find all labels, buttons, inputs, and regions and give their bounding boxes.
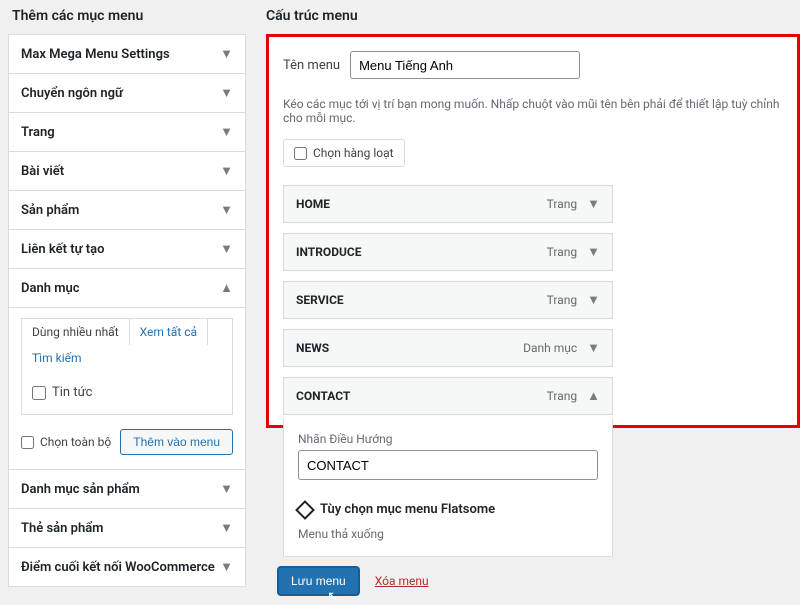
bulk-select-checkbox[interactable] xyxy=(294,147,307,160)
acc-pages[interactable]: Trang▼ xyxy=(9,113,245,152)
acc-product-tags[interactable]: Thẻ sản phẩm▼ xyxy=(9,509,245,548)
acc-woocommerce-endpoints[interactable]: Điểm cuối kết nối WooCommerce▼ xyxy=(9,548,245,586)
add-menu-items-column: Thêm các mục menu Max Mega Menu Settings… xyxy=(0,0,246,595)
menu-item-service[interactable]: SERVICE Trang▼ xyxy=(283,281,613,319)
save-bar: Lưu menu ↖ Xóa menu xyxy=(266,557,800,595)
menu-item-home[interactable]: HOME Trang▼ xyxy=(283,185,613,223)
chevron-down-icon[interactable]: ▼ xyxy=(587,340,600,356)
menu-item-news[interactable]: NEWS Danh mục▼ xyxy=(283,329,613,367)
chevron-down-icon: ▼ xyxy=(220,124,233,140)
chevron-down-icon[interactable]: ▼ xyxy=(587,244,600,260)
nav-label-input[interactable] xyxy=(298,450,598,480)
chevron-down-icon: ▼ xyxy=(220,163,233,179)
diamond-icon xyxy=(295,500,315,520)
save-menu-button[interactable]: Lưu menu ↖ xyxy=(278,567,359,595)
drag-hint: Kéo các mục tới vị trí bạn mong muốn. Nh… xyxy=(283,97,783,125)
cursor-icon: ↖ xyxy=(327,588,339,605)
select-all[interactable]: Chọn toàn bộ xyxy=(21,435,111,449)
select-all-checkbox[interactable] xyxy=(21,436,34,449)
tab-view-all[interactable]: Xem tất cả xyxy=(130,319,208,345)
menu-items-list: HOME Trang▼ INTRODUCE Trang▼ SERVICE Tra… xyxy=(283,185,783,415)
categories-footer: Chọn toàn bộ Thêm vào menu xyxy=(21,415,233,455)
acc-custom-links[interactable]: Liên kết tự tạo▼ xyxy=(9,230,245,269)
acc-posts[interactable]: Bài viết▼ xyxy=(9,152,245,191)
add-to-menu-button[interactable]: Thêm vào menu xyxy=(120,429,233,455)
menu-item-contact-panel: Nhãn Điều Hướng Tùy chọn mục menu Flatso… xyxy=(283,418,613,557)
menu-structure-column: Cấu trúc menu Tên menu Kéo các mục tới v… xyxy=(266,0,800,595)
checklist-checkbox[interactable] xyxy=(32,386,46,400)
menu-name-input[interactable] xyxy=(350,51,580,79)
structure-title: Cấu trúc menu xyxy=(266,0,800,34)
chevron-down-icon[interactable]: ▼ xyxy=(587,196,600,212)
menu-name-row: Tên menu xyxy=(283,51,783,79)
category-panel: Tin tức xyxy=(21,371,233,415)
accordion-container: Max Mega Menu Settings▼ Chuyển ngôn ngữ▼… xyxy=(8,34,246,587)
highlight-box: Tên menu Kéo các mục tới vị trí bạn mong… xyxy=(266,34,800,428)
chevron-up-icon[interactable]: ▲ xyxy=(587,388,600,404)
tab-most-used[interactable]: Dùng nhiều nhất xyxy=(22,319,130,345)
acc-language[interactable]: Chuyển ngôn ngữ▼ xyxy=(9,74,245,113)
acc-max-mega[interactable]: Max Mega Menu Settings▼ xyxy=(9,35,245,74)
delete-menu-link[interactable]: Xóa menu xyxy=(375,574,429,588)
bulk-select[interactable]: Chọn hàng loạt xyxy=(283,139,405,167)
acc-products[interactable]: Sản phẩm▼ xyxy=(9,191,245,230)
chevron-down-icon: ▼ xyxy=(220,481,233,497)
chevron-down-icon: ▼ xyxy=(220,46,233,62)
chevron-down-icon: ▼ xyxy=(220,202,233,218)
menu-name-label: Tên menu xyxy=(283,58,340,73)
category-tabs: Dùng nhiều nhất Xem tất cả Tìm kiếm xyxy=(21,318,233,371)
acc-product-categories[interactable]: Danh mục sản phẩm▼ xyxy=(9,470,245,509)
checklist-item[interactable]: Tin tức xyxy=(32,381,222,404)
tab-search[interactable]: Tìm kiếm xyxy=(22,345,92,371)
nav-label-title: Nhãn Điều Hướng xyxy=(298,432,598,446)
flatsome-options-heading: Tùy chọn mục menu Flatsome xyxy=(298,502,598,517)
menu-item-introduce[interactable]: INTRODUCE Trang▼ xyxy=(283,233,613,271)
chevron-down-icon: ▼ xyxy=(220,559,233,575)
categories-body: Dùng nhiều nhất Xem tất cả Tìm kiếm Tin … xyxy=(9,307,245,469)
menu-item-contact[interactable]: CONTACT Trang▲ xyxy=(283,377,613,415)
chevron-down-icon: ▼ xyxy=(220,520,233,536)
chevron-down-icon: ▼ xyxy=(220,85,233,101)
dropdown-sublabel: Menu thả xuống xyxy=(298,527,384,541)
chevron-down-icon: ▼ xyxy=(220,241,233,257)
add-items-title: Thêm các mục menu xyxy=(0,0,246,34)
acc-categories: Danh mục▲ Dùng nhiều nhất Xem tất cả Tìm… xyxy=(9,269,245,470)
chevron-down-icon[interactable]: ▼ xyxy=(587,292,600,308)
chevron-up-icon: ▲ xyxy=(220,280,233,296)
